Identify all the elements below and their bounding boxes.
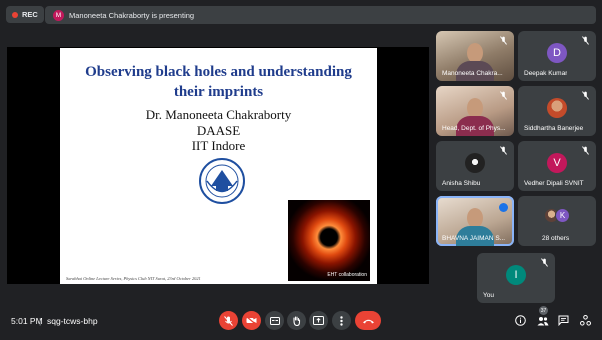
people-icon <box>537 316 548 325</box>
show-everyone-button[interactable] <box>536 314 549 327</box>
closed-captions-icon <box>269 316 280 325</box>
participant-tile[interactable]: Head, Dept. of Phys... <box>436 86 514 136</box>
participant-photo <box>547 98 567 118</box>
slide-institute: IIT Indore <box>191 138 246 153</box>
slide-author: Dr. Manoneeta Chakraborty <box>145 107 292 122</box>
toggle-camera-button[interactable] <box>242 311 261 330</box>
participant-name: Anisha Shibu <box>442 180 481 187</box>
chat-button[interactable] <box>557 314 570 327</box>
participant-tile-active[interactable]: BHAVNA JAIMAN S... <box>436 196 514 246</box>
participant-name: BHAVNA JAIMAN S... <box>442 235 506 242</box>
participant-name: Head, Dept. of Phys... <box>442 125 506 132</box>
participant-tile[interactable]: Manoneeta Chakra... <box>436 31 514 81</box>
self-avatar: I <box>506 265 526 285</box>
present-now-button[interactable] <box>309 311 328 330</box>
meeting-details-button[interactable] <box>514 314 527 327</box>
captions-button[interactable] <box>265 311 284 330</box>
mic-off-icon <box>541 258 548 267</box>
others-avatar: K <box>555 208 570 223</box>
participant-name: Manoneeta Chakra... <box>442 70 503 77</box>
participant-avatar: D <box>547 43 567 63</box>
participant-name: Siddhartha Banerjee <box>524 125 584 132</box>
chat-icon <box>558 315 569 326</box>
participant-tile[interactable]: Anisha Shibu <box>436 141 514 191</box>
people-count-badge: 37 <box>539 306 548 315</box>
meeting-clock: 5:01 PM <box>11 316 43 326</box>
present-screen-icon <box>313 316 324 325</box>
speaking-indicator-icon <box>499 203 508 212</box>
slide-department: DAASE <box>196 122 241 138</box>
mic-off-icon <box>582 36 589 45</box>
presenter-avatar: M <box>53 9 64 21</box>
participant-name: Vedher Dipali SVNIT <box>524 180 584 187</box>
self-tile[interactable]: I You <box>477 253 555 303</box>
participant-tile[interactable]: D Deepak Kumar <box>518 31 596 81</box>
mic-off-icon <box>224 315 233 326</box>
mic-off-icon <box>500 91 507 100</box>
participant-tile[interactable]: V Vedher Dipali SVNIT <box>518 141 596 191</box>
presentation-stage[interactable]: Observing black holes and understanding … <box>7 47 429 284</box>
participant-name: Deepak Kumar <box>524 70 568 77</box>
info-icon <box>515 315 526 326</box>
institute-logo <box>199 158 245 204</box>
toggle-mic-button[interactable] <box>219 311 238 330</box>
presenting-banner: M Manoneeta Chakraborty is presenting <box>45 6 596 24</box>
presenting-text: Manoneeta Chakraborty is presenting <box>69 10 195 20</box>
meeting-code: sqg-tcws-bhp <box>47 316 98 326</box>
slide-author-block: Dr. Manoneeta Chakraborty DAASE IIT Indo… <box>60 107 377 154</box>
more-vertical-icon <box>340 315 343 326</box>
others-tile[interactable]: K 28 others <box>518 196 596 246</box>
more-options-button[interactable] <box>332 311 351 330</box>
activities-button[interactable] <box>579 314 592 327</box>
recording-badge: REC <box>6 6 44 23</box>
raise-hand-button[interactable] <box>287 311 306 330</box>
others-label: 28 others <box>542 235 570 242</box>
self-name: You <box>483 292 494 299</box>
separator: | <box>39 316 42 326</box>
participant-avatar: V <box>547 153 567 173</box>
mic-off-icon <box>582 146 589 155</box>
leave-call-button[interactable] <box>355 311 381 330</box>
record-icon <box>12 11 18 18</box>
participant-photo <box>465 153 485 173</box>
mic-off-icon <box>500 146 507 155</box>
raise-hand-icon <box>293 315 301 326</box>
mic-off-icon <box>582 91 589 100</box>
black-hole-image: EHT collaboration <box>288 200 370 281</box>
mic-off-icon <box>500 36 507 45</box>
image-caption: EHT collaboration <box>327 272 367 278</box>
participant-tile[interactable]: Siddhartha Banerjee <box>518 86 596 136</box>
rec-label: REC <box>22 10 38 19</box>
hang-up-icon <box>362 319 374 323</box>
slide-title: Observing black holes and understanding … <box>85 64 352 100</box>
slide-footer: Sarabhai Online Lecture Series, Physics … <box>66 276 201 281</box>
activities-icon <box>580 315 591 326</box>
camera-off-icon <box>246 316 257 325</box>
presentation-slide: Observing black holes and understanding … <box>60 48 377 284</box>
